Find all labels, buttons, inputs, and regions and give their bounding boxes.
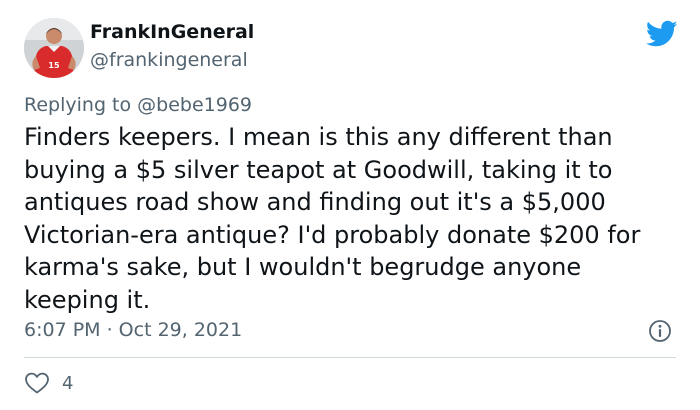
heart-icon[interactable]	[24, 371, 50, 395]
tweet-body: Finders keepers. I mean is this any diff…	[24, 121, 684, 316]
author-handle[interactable]: @frankingeneral	[90, 49, 248, 71]
replying-to: Replying to @bebe1969	[24, 94, 252, 116]
replying-to-handle[interactable]: @bebe1969	[137, 94, 252, 116]
avatar[interactable]: 15	[24, 18, 84, 78]
tweet-body-line: Finders keepers. I mean is this any diff…	[24, 123, 613, 151]
tweet-timestamp[interactable]: 6:07 PM · Oct 29, 2021	[24, 319, 242, 341]
tweet-body-line: antiques road show and finding out it's …	[24, 188, 606, 216]
tweet-body-line: buying a $5 silver teapot at Goodwill, t…	[24, 155, 613, 184]
author-name[interactable]: FrankInGeneral	[90, 21, 254, 43]
twitter-bird-icon[interactable]	[646, 20, 678, 48]
like-count: 4	[62, 372, 74, 394]
replying-to-label: Replying to	[24, 94, 132, 116]
like-button[interactable]: 4	[24, 370, 73, 396]
avatar-jersey-number: 15	[48, 61, 60, 70]
tweet-card: 15 FrankInGeneral @frankingeneral Replyi…	[0, 0, 700, 410]
tweet-body-line: karma's sake, but I wouldn't begrudge an…	[24, 253, 582, 281]
divider	[24, 357, 676, 358]
info-icon[interactable]	[648, 319, 672, 343]
tweet-body-line: keeping it.	[24, 285, 151, 314]
tweet-body-line: Victorian-era antique? I'd probably dona…	[24, 220, 641, 249]
